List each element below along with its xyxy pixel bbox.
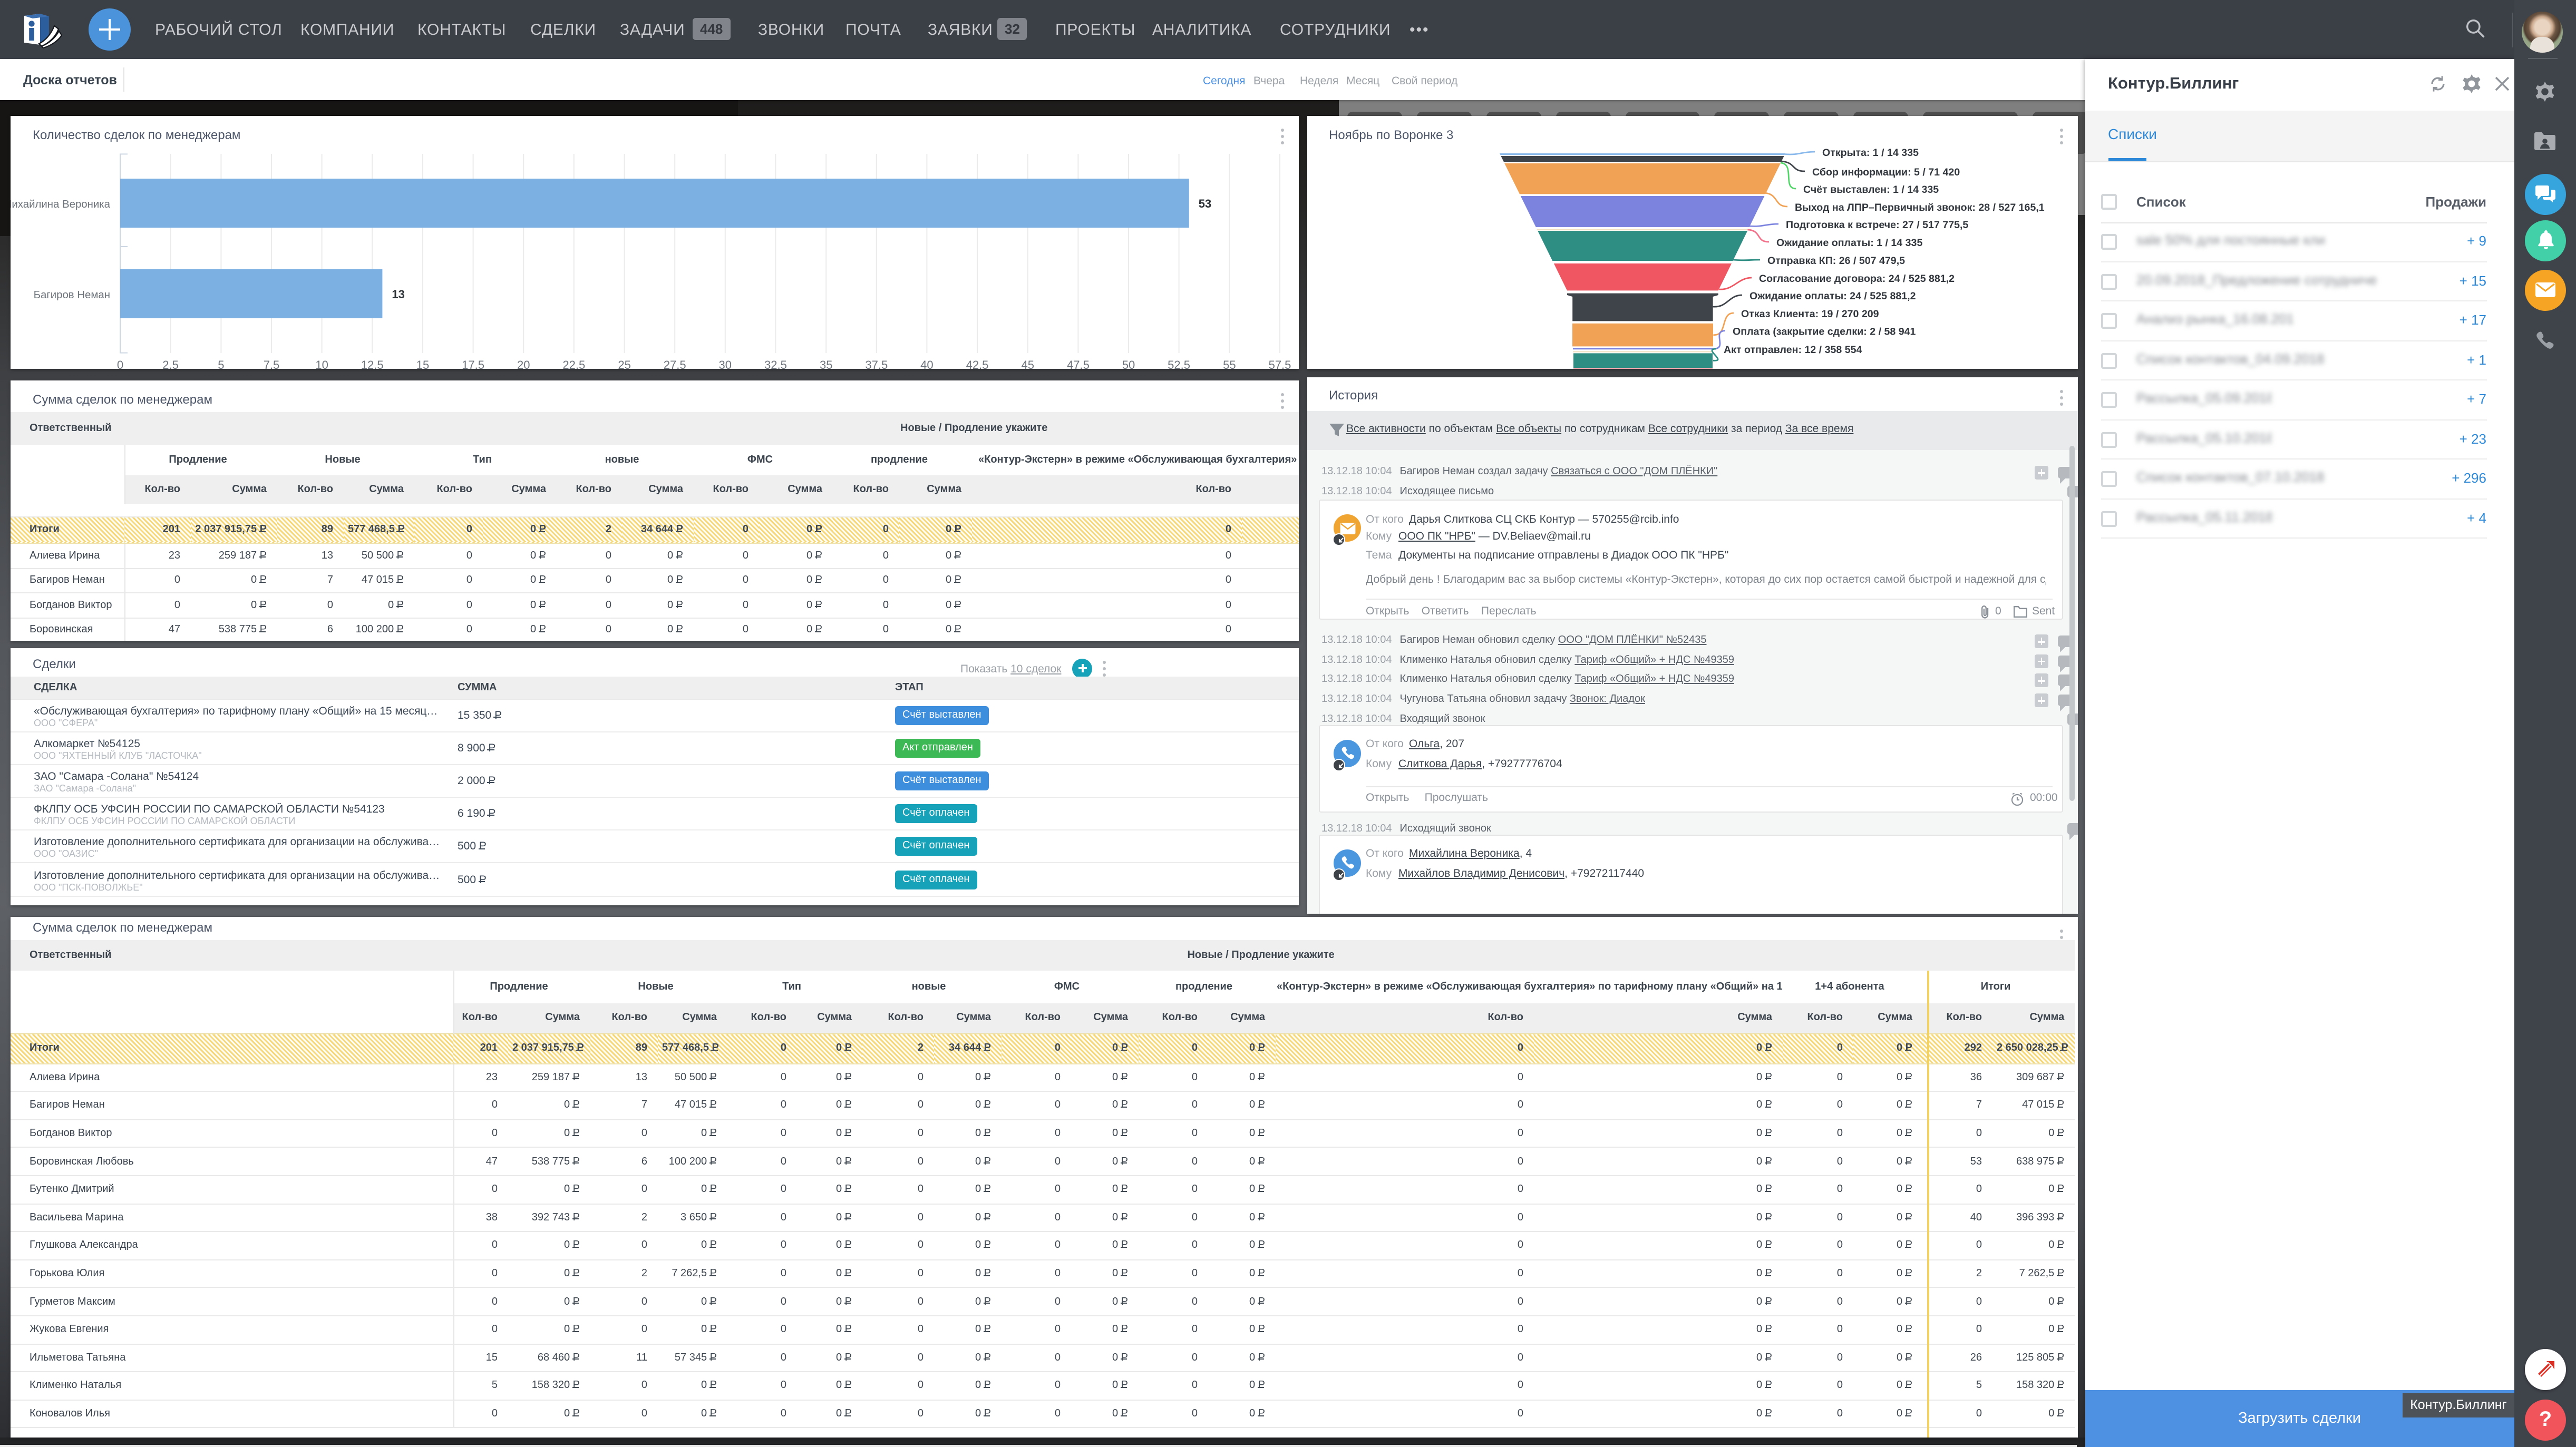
svg-text:Ожидание оплаты: 1 / 14 335: Ожидание оплаты: 1 / 14 335	[1776, 237, 1922, 249]
svg-text:12.5: 12.5	[361, 358, 384, 369]
svg-text:Отправка КП: 26 / 507 479,5: Отправка КП: 26 / 507 479,5	[1767, 255, 1904, 267]
svg-text:27.5: 27.5	[664, 358, 686, 369]
svg-text:13: 13	[392, 288, 404, 301]
svg-text:Оплата (закрытие сделки: 2 / 5: Оплата (закрытие сделки: 2 / 58 941	[1732, 326, 1916, 338]
svg-text:Сбор информации: 5 / 71 420: Сбор информации: 5 / 71 420	[1812, 167, 1959, 178]
svg-text:32.5: 32.5	[764, 358, 787, 369]
svg-text:30: 30	[719, 358, 732, 369]
svg-text:Михайлина Вероника: Михайлина Вероника	[11, 199, 111, 210]
svg-text:40: 40	[920, 358, 933, 369]
svg-text:7.5: 7.5	[264, 358, 280, 369]
svg-text:Багиров Неман: Багиров Неман	[34, 289, 110, 301]
svg-text:17.5: 17.5	[462, 358, 484, 369]
svg-text:Подготовка к встрече: 27 / 517: Подготовка к встрече: 27 / 517 775,5	[1785, 219, 1968, 231]
svg-text:10: 10	[315, 358, 328, 369]
svg-text:37.5: 37.5	[865, 358, 888, 369]
svg-text:22.5: 22.5	[562, 358, 585, 369]
svg-text:55: 55	[1223, 358, 1236, 369]
svg-text:50: 50	[1122, 358, 1135, 369]
svg-text:2.5: 2.5	[162, 358, 179, 369]
svg-text:0: 0	[117, 358, 123, 369]
svg-text:Открыта: 1 / 14 335: Открыта: 1 / 14 335	[1822, 147, 1918, 159]
svg-text:45: 45	[1022, 358, 1034, 369]
svg-text:47.5: 47.5	[1067, 358, 1090, 369]
svg-text:Выход на ЛПР–Первичный звонок:: Выход на ЛПР–Первичный звонок: 28 / 527 …	[1794, 202, 2044, 213]
svg-text:Акт отправлен: 12 / 358 554: Акт отправлен: 12 / 358 554	[1723, 344, 1862, 356]
svg-text:25: 25	[618, 358, 630, 369]
svg-text:42.5: 42.5	[966, 358, 989, 369]
svg-text:15: 15	[416, 358, 429, 369]
svg-text:20: 20	[517, 358, 530, 369]
svg-text:5: 5	[218, 358, 224, 369]
svg-text:53: 53	[1199, 197, 1211, 210]
svg-text:Счёт выставлен: 1 / 14 335: Счёт выставлен: 1 / 14 335	[1803, 184, 1938, 195]
svg-text:57.5: 57.5	[1269, 358, 1291, 369]
svg-text:35: 35	[820, 358, 832, 369]
svg-text:Согласование договора: 24 / 52: Согласование договора: 24 / 525 881,2	[1758, 273, 1954, 285]
svg-text:52.5: 52.5	[1168, 358, 1190, 369]
svg-text:Ожидание оплаты: 24 / 525 881,: Ожидание оплаты: 24 / 525 881,2	[1749, 290, 1916, 302]
svg-text:Отказ Клиента: 19 / 270 209: Отказ Клиента: 19 / 270 209	[1741, 308, 1879, 320]
